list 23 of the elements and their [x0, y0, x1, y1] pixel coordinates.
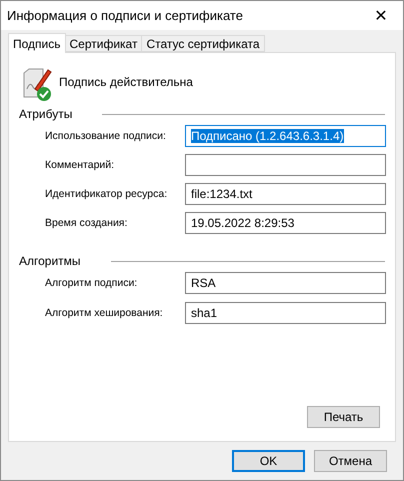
- signature-status: Подпись действительна: [59, 75, 193, 89]
- field-label: Использование подписи:: [45, 130, 167, 142]
- text-field[interactable]: [185, 154, 386, 176]
- text-field[interactable]: file:1234.txt: [185, 183, 386, 205]
- cancel-button[interactable]: Отмена: [314, 450, 387, 472]
- print-button[interactable]: Печать: [307, 406, 380, 428]
- tab[interactable]: Подпись: [8, 33, 66, 53]
- window-title: Информация о подписи и сертификате: [7, 8, 243, 23]
- field-label: Алгоритм подписи:: [45, 277, 138, 289]
- tab[interactable]: Статус сертификата: [141, 35, 265, 52]
- text-field[interactable]: Подписано (1.2.643.6.3.1.4): [185, 125, 386, 147]
- ok-button[interactable]: OK: [232, 450, 305, 472]
- field-label: Алгоритм хеширования:: [45, 307, 164, 319]
- text-field[interactable]: 19.05.2022 8:29:53: [185, 212, 386, 234]
- field-label: Идентификатор ресурса:: [45, 188, 168, 200]
- tab[interactable]: Сертификат: [64, 35, 142, 52]
- section-title: Атрибуты: [19, 107, 72, 121]
- text-field[interactable]: sha1: [185, 302, 386, 324]
- field-label: Время создания:: [45, 217, 128, 229]
- field-label: Комментарий:: [45, 159, 116, 171]
- section-title: Алгоритмы: [19, 254, 81, 268]
- close-button[interactable]: ✕: [359, 1, 403, 30]
- text-field[interactable]: RSA: [185, 272, 386, 294]
